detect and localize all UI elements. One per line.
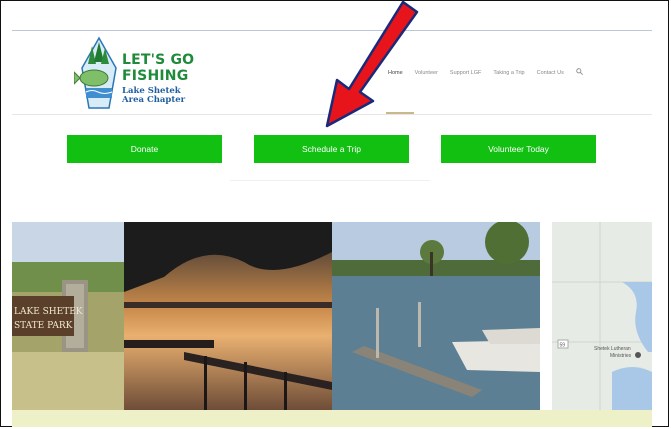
state-park-sign-photo: LAKE SHETEK STATE PARK (12, 222, 124, 412)
footer-band (12, 410, 652, 427)
lake-boats-photo (332, 222, 540, 412)
location-map[interactable]: 59 Shetek Lutheran Ministries (552, 222, 652, 412)
donate-button[interactable]: Donate (67, 135, 222, 163)
map-label-line2: Ministries (610, 353, 632, 359)
search-icon[interactable] (576, 68, 583, 77)
nav-item-taking-a-trip[interactable]: Taking a Trip (493, 70, 524, 76)
map-label-line1: Shetek Lutheran (594, 346, 631, 352)
route-marker: 59 (560, 343, 566, 349)
sign-text-line2: STATE PARK (14, 321, 73, 331)
logo-subtitle-line2: Area Chapter (122, 95, 186, 105)
red-arrow-annotation (325, 0, 419, 128)
sunset-dock-photo (124, 222, 332, 412)
nav-item-support[interactable]: Support LGF (450, 70, 482, 76)
logo-text-block: LET'S GO FISHING Lake Shetek Area Chapte… (122, 52, 194, 105)
logo-title-line2: FISHING (122, 68, 189, 84)
logo-title-line1: LET'S GO (122, 52, 195, 68)
volunteer-today-button[interactable]: Volunteer Today (441, 135, 596, 163)
nav-item-contact[interactable]: Contact Us (537, 70, 564, 76)
schedule-trip-button[interactable]: Schedule a Trip (254, 135, 409, 163)
sign-text-line1: LAKE SHETEK (14, 307, 83, 317)
content-divider (230, 180, 430, 181)
